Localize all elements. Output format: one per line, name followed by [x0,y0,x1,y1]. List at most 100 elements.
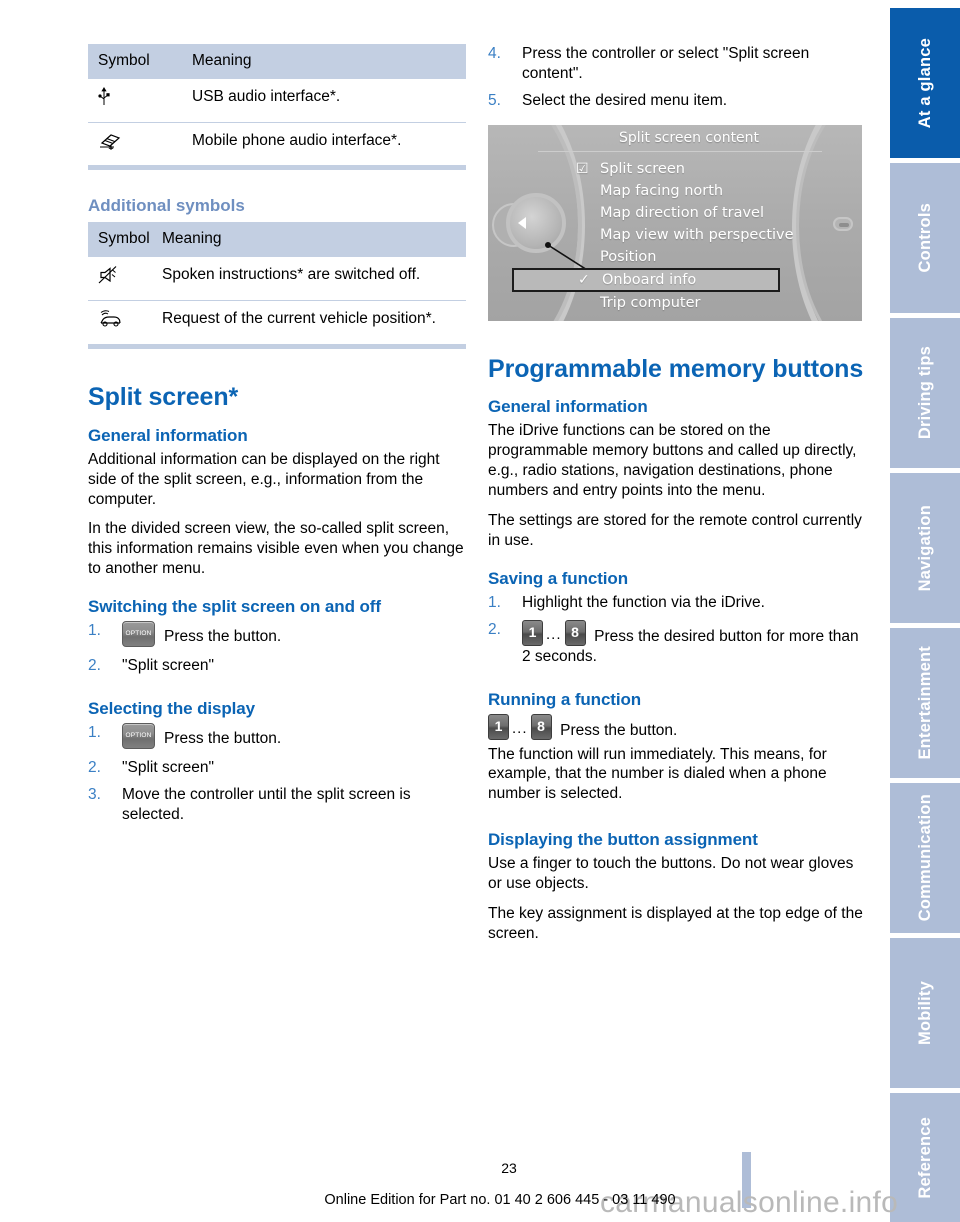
column-header-symbol: Symbol [88,222,162,258]
heading-selecting-display: Selecting the display [88,699,256,719]
table-header-row: Symbol Meaning [88,44,466,79]
list-item: 1. OPTION Press the button. [88,621,466,649]
vehicle-position-icon [88,301,162,344]
sidebar-tab-label: Reference [915,1116,934,1199]
table-row: Request of the current vehicle position*… [88,301,466,344]
step-number: 5. [488,91,501,109]
list-item: 3. Move the controller until the split s… [88,785,466,825]
muted-speaker-icon [88,257,162,302]
usb-icon [88,78,192,123]
list-item: 2. "Split screen" [88,758,466,778]
sidebar-tab-driving-tips[interactable]: Driving tips [890,318,960,468]
step-number: 1. [88,622,101,640]
edition-line: Online Edition for Part no. 01 40 2 606 … [0,1192,960,1208]
list-item: 4. Press the controller or select "Split… [488,44,866,84]
sidebar-tab-navigation[interactable]: Navigation [890,473,960,623]
column-header-meaning: Meaning [162,222,466,258]
page-number: 23 [0,1160,960,1176]
heading-running-a-function: Running a function [488,689,642,709]
option-button-icon[interactable]: OPTION [122,621,155,648]
steps-saving: 1. Highlight the function via the iDrive… [488,593,866,667]
table-row: USB audio interface*. [88,78,466,123]
step-number: 3. [88,785,101,803]
usb-icon-svg [98,86,110,105]
menu-item-map-direction-of-travel[interactable]: Map direction of travel [574,202,842,224]
heading-general-information: General information [88,425,248,445]
paragraph: In the divided screen view, the so-calle… [88,520,464,578]
menu-item-label: Map facing north [600,182,724,199]
sidebar-tab-label: Mobility [915,981,934,1045]
sidebar-tab-label: Communication [915,794,934,922]
sidebar-tab-label: Entertainment [915,646,934,760]
table-cell-meaning: Mobile phone audio interface*. [192,131,402,149]
page-title-memory-buttons: Programmable memory buttons [488,354,864,383]
sidebar-tab-label: Navigation [915,504,934,592]
step-text: "Split screen" [122,759,214,777]
page-number-value: 23 [501,1160,517,1176]
memory-button-8-icon[interactable]: 8 [564,619,586,646]
column-header-symbol: Symbol [88,44,192,79]
menu-item-map-facing-north[interactable]: Map facing north [574,180,842,202]
menu-item-trip-computer[interactable]: Trip computer [574,292,842,314]
ellipsis-separator: ... [512,719,528,737]
step-text: Press the button. [164,628,282,646]
table-cell-meaning: Spoken instructions* are switched off. [162,257,466,302]
left-column: Symbol Meaning USB audio interface*. Mob… [88,44,466,832]
step-number: 2. [488,620,501,638]
sidebar-tab-communication[interactable]: Communication [890,783,960,933]
idrive-title-divider [538,150,822,152]
table-cell-meaning: Request of the current vehicle position*… [162,310,436,328]
idrive-menu-list: ☑ Split screen Map facing north Map dire… [512,158,842,314]
paragraph: The settings are stored for the remote c… [488,512,862,549]
menu-item-position[interactable]: Position [574,246,842,268]
muted-speaker-icon-svg [98,266,117,284]
heading-saving-a-function: Saving a function [488,568,628,588]
memory-button-1-icon[interactable]: 1 [522,619,543,646]
idrive-screen-title: Split screen content [618,129,760,146]
table-row: Spoken instructions* are switched off. [88,257,466,302]
paragraph: The key assignment is displayed at the t… [488,905,863,942]
menu-item-label: Onboard info [602,271,697,288]
list-item: 1. OPTION Press the button. [88,723,466,751]
paragraph: The iDrive functions can be stored on th… [488,422,857,500]
step-number: 1. [88,724,101,742]
check-icon: ✓ [578,271,590,288]
additional-symbols-heading: Additional symbols [88,196,245,216]
memory-button-1-icon[interactable]: 1 [488,713,509,740]
sidebar-tab-label: Driving tips [915,346,934,440]
memory-button-8-label: 8 [571,623,579,640]
running-function-block: 1... 8 Press the button. [488,713,866,741]
step-text: Select the desired menu item. [522,91,728,109]
running-line-1: Press the button. [560,721,678,739]
table-row: Mobile phone audio interface*. [88,122,466,165]
paragraph: Additional information can be displayed … [88,450,440,508]
step-text: Move the controller until the split scre… [122,785,411,823]
mobile-phone-audio-icon-svg [100,133,121,150]
sidebar-tab-controls[interactable]: Controls [890,163,960,313]
sidebar-tab-at-a-glance[interactable]: At a glance [890,8,960,158]
step-text: "Split screen" [122,657,214,675]
option-button-label: OPTION [125,629,152,637]
list-item: 2. "Split screen" [88,656,466,676]
step-number: 4. [488,45,501,62]
menu-item-onboard-info[interactable]: ✓ Onboard info [512,267,780,292]
interface-symbols-table: Symbol Meaning USB audio interface*. Mob… [88,44,466,165]
table-header-row: Symbol Meaning [88,222,466,258]
menu-item-split-screen[interactable]: ☑ Split screen [574,158,842,180]
memory-button-8-icon[interactable]: 8 [530,713,552,740]
step-text: Press the controller or select "Split sc… [522,45,810,82]
usb-icon-glyph [98,86,110,111]
step-text: Press the button. [164,730,282,748]
sidebar-tab-entertainment[interactable]: Entertainment [890,628,960,778]
menu-item-map-view-with-perspective[interactable]: Map view with perspective [574,224,842,246]
steps-selecting-continued: 4. Press the controller or select "Split… [488,44,866,111]
option-button-icon[interactable]: OPTION [122,723,155,750]
ellipsis-separator: ... [546,625,562,643]
column-header-meaning: Meaning [192,44,466,79]
running-line-2: The function will run immediately. This … [488,745,827,803]
steps-switching: 1. OPTION Press the button. 2. "Split scr… [88,621,466,676]
left-arrow-icon [518,216,526,229]
manual-page: Symbol Meaning USB audio interface*. Mob… [0,0,960,1222]
sidebar-tab-mobility[interactable]: Mobility [890,938,960,1088]
checkbox-checked-icon: ☑ [576,160,589,177]
